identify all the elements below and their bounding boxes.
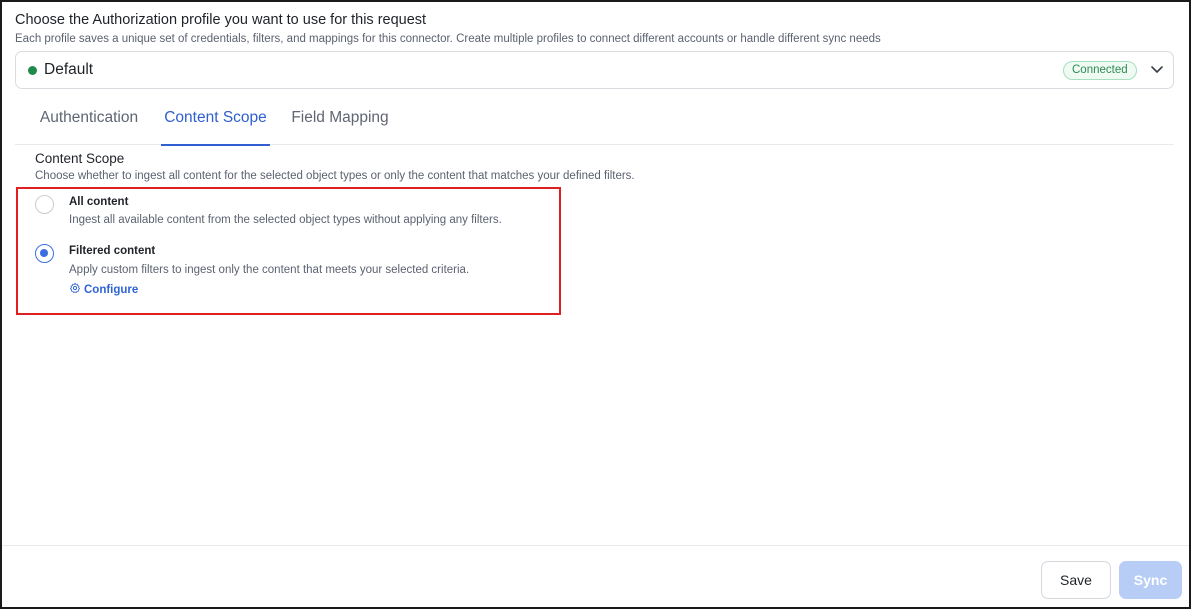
radio-filtered-content[interactable] <box>35 244 54 263</box>
option-label-all-content: All content <box>69 196 129 208</box>
page-title: Choose the Authorization profile you wan… <box>15 12 427 28</box>
configure-link[interactable]: Configure <box>69 282 138 296</box>
gear-icon <box>69 282 81 293</box>
page-subtitle: Each profile saves a unique set of crede… <box>15 33 881 45</box>
option-label-filtered-content: Filtered content <box>69 245 156 257</box>
option-description-filtered-content: Apply custom filters to ingest only the … <box>69 264 470 276</box>
window-frame: Choose the Authorization profile you wan… <box>0 0 1191 609</box>
tab-authentication[interactable]: Authentication <box>35 98 143 145</box>
tab-content-scope[interactable]: Content Scope <box>161 98 270 146</box>
sync-button[interactable]: Sync <box>1119 561 1182 599</box>
profile-select[interactable]: Default Connected <box>15 51 1174 89</box>
profile-name: Default <box>44 61 94 78</box>
status-badge: Connected <box>1063 61 1137 80</box>
section-title: Content Scope <box>35 151 125 166</box>
tab-bar: Authentication Content Scope Field Mappi… <box>15 98 1174 146</box>
save-button[interactable]: Save <box>1041 561 1111 599</box>
configure-label: Configure <box>84 284 139 296</box>
status-dot-icon <box>28 66 37 75</box>
footer-divider <box>2 545 1189 546</box>
chevron-down-icon[interactable] <box>1149 61 1165 77</box>
radio-all-content[interactable] <box>35 195 54 214</box>
option-description-all-content: Ingest all available content from the se… <box>69 214 502 226</box>
tab-field-mapping[interactable]: Field Mapping <box>288 98 392 145</box>
section-description: Choose whether to ingest all content for… <box>35 170 635 182</box>
